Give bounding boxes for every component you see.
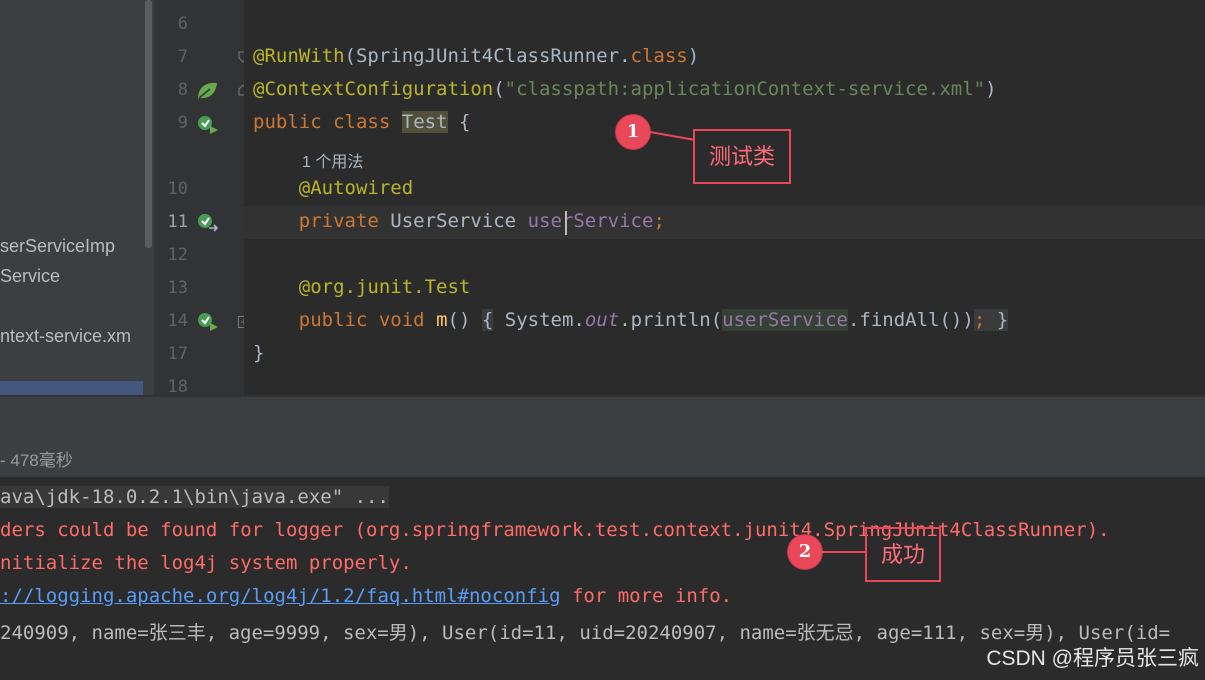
findall-call: .findAll())	[847, 309, 974, 331]
csdn-watermark: CSDN @程序员张三疯	[986, 647, 1199, 670]
code-line-13: @org.junit.Test	[253, 276, 471, 298]
line-number: 7	[177, 47, 188, 67]
console-line-command: ava\jdk-18.0.2.1\bin\java.exe" ...	[0, 486, 389, 508]
callout-connector	[822, 551, 866, 553]
semicolon: ;	[973, 309, 986, 331]
code-line-17: }	[253, 342, 264, 364]
console-line-warning: ders could be found for logger (org.spri…	[0, 519, 1110, 541]
tree-item-userserviceimpl[interactable]: serServiceImp	[0, 236, 115, 257]
paren: (	[493, 78, 505, 100]
code-line-11: private UserService userService;	[253, 210, 665, 232]
folded-brace-close[interactable]: }	[996, 309, 1009, 331]
tree-item-service[interactable]: Service	[0, 266, 60, 287]
line-number: 10	[167, 179, 188, 199]
tree-scrollbar[interactable]	[143, 0, 154, 395]
brace: }	[253, 342, 265, 364]
annotation-test: Test	[424, 276, 471, 298]
keyword-class: class	[630, 45, 688, 67]
line-number-current: 11	[167, 212, 188, 232]
callout-box-test-class: 测试类	[693, 129, 791, 184]
bean-navigate-icon[interactable]	[196, 212, 220, 234]
paren: )	[985, 78, 997, 100]
line-number: 18	[167, 377, 188, 397]
log4j-faq-link[interactable]: ://logging.apache.org/log4j/1.2/faq.html…	[0, 585, 561, 607]
test-elapsed-time: - 478毫秒	[0, 451, 73, 470]
annotation-prefix: @org.junit.	[298, 276, 425, 298]
tree-item-context-xml[interactable]: ntext-service.xm	[0, 326, 131, 347]
callout-badge-2: 2	[788, 535, 822, 569]
code-line-14: public void m() { System.out.println(use…	[253, 309, 1009, 331]
field-reference[interactable]: userService	[722, 309, 848, 331]
tree-scroll-thumb[interactable]	[145, 0, 152, 248]
spring-leaf-icon[interactable]	[196, 81, 218, 101]
keyword-public: public	[298, 309, 368, 331]
string-literal: "classpath:applicationContext-service.xm…	[504, 78, 986, 100]
tree-selected-row[interactable]	[0, 381, 143, 395]
usage-hint[interactable]: 1 个用法	[302, 148, 363, 172]
project-tree: serServiceImp Service ntext-service.xm	[0, 0, 143, 395]
line-number: 9	[177, 113, 188, 133]
line-number: 17	[167, 344, 188, 364]
code-line-9: public class Test {	[253, 111, 470, 133]
static-field-out: out	[584, 309, 620, 331]
keyword-public: public	[253, 111, 322, 133]
println-call: .println(	[619, 309, 723, 331]
line-number: 6	[177, 14, 188, 34]
annotation-autowired: @Autowired	[298, 177, 414, 199]
paren: (	[344, 45, 356, 67]
field-name[interactable]: userService	[528, 210, 654, 232]
run-test-icon[interactable]	[196, 311, 220, 333]
runner-class: SpringJUnit4ClassRunner.	[355, 45, 631, 67]
keyword-void: void	[378, 309, 425, 331]
code-line-8: @ContextConfiguration("classpath:applica…	[253, 78, 997, 100]
text-caret	[565, 211, 567, 235]
annotation-runwith: @RunWith	[253, 45, 345, 67]
callout-box-success: 成功	[865, 527, 941, 582]
console-line-warning: ://logging.apache.org/log4j/1.2/faq.html…	[0, 585, 732, 607]
java-command[interactable]: ava\jdk-18.0.2.1\bin\java.exe" ...	[0, 486, 389, 508]
line-number: 13	[167, 278, 188, 298]
system-class: System.	[504, 309, 585, 331]
line-number: 8	[177, 80, 188, 100]
folded-brace-open[interactable]: {	[481, 309, 494, 331]
console-line-output: 240909, name=张三丰, age=9999, sex=男), User…	[0, 622, 1171, 644]
keyword-private: private	[298, 210, 379, 232]
parens: ()	[447, 309, 471, 331]
code-line-10: @Autowired	[253, 177, 413, 199]
line-number: 12	[167, 245, 188, 265]
line-number: 14	[167, 311, 188, 331]
keyword-class: class	[333, 111, 391, 133]
paren: )	[687, 45, 700, 67]
editor-gutter: 6 7 8 9 10 11 12 13 14 17 18	[154, 0, 250, 397]
type-name: UserService	[390, 210, 517, 232]
code-line-7: @RunWith(SpringJUnit4ClassRunner.class)	[253, 45, 699, 67]
callout-badge-1: 1	[616, 115, 650, 149]
class-name[interactable]: Test	[401, 111, 448, 133]
warning-tail: for more info.	[560, 585, 733, 607]
run-panel-header	[0, 397, 1205, 477]
annotation-context-configuration: @ContextConfiguration	[253, 78, 494, 100]
code-editor[interactable]: @RunWith(SpringJUnit4ClassRunner.class) …	[244, 0, 1205, 395]
console-line-warning: nitialize the log4j system properly.	[0, 552, 412, 574]
semicolon: ;	[653, 210, 665, 232]
run-test-icon[interactable]	[196, 114, 220, 136]
method-name[interactable]: m	[436, 309, 447, 331]
brace: {	[458, 111, 471, 133]
